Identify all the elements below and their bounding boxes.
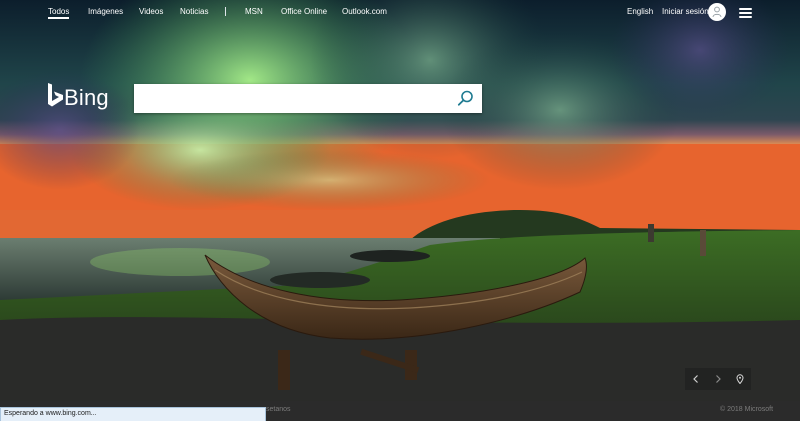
copyright-text: © 2018 Microsoft [720, 406, 774, 413]
location-button[interactable] [729, 368, 751, 390]
browser-status-bar: Esperando a www.bing.com... [0, 407, 266, 421]
magnifier-icon [457, 90, 473, 106]
search-box [134, 84, 482, 113]
location-pin-icon [736, 374, 744, 384]
nav-divider [225, 7, 226, 16]
nav-link-outlook[interactable]: Outlook.com [342, 7, 387, 16]
bing-logo[interactable]: Bing [46, 82, 122, 112]
previous-image-button[interactable] [685, 368, 707, 390]
search-button[interactable] [456, 89, 475, 108]
next-image-button[interactable] [707, 368, 729, 390]
chevron-right-icon [716, 375, 721, 383]
top-navigation: Todos Imágenes Videos Noticias MSN Offic… [0, 0, 800, 26]
nav-link-imagenes[interactable]: Imágenes [88, 7, 123, 16]
nav-link-office-online[interactable]: Office Online [281, 7, 327, 16]
user-avatar-button[interactable] [708, 3, 726, 21]
nav-link-noticias[interactable]: Noticias [180, 7, 208, 16]
nav-link-msn[interactable]: MSN [245, 7, 263, 16]
background-image [0, 0, 800, 401]
logo-text: Bing [64, 85, 109, 110]
nav-link-videos[interactable]: Videos [139, 7, 163, 16]
bing-b-icon [48, 83, 63, 107]
status-text: Esperando a www.bing.com... [4, 410, 97, 417]
search-input[interactable] [134, 84, 450, 113]
chevron-left-icon [693, 375, 698, 383]
hamburger-menu-icon[interactable] [739, 8, 752, 18]
nav-link-todos[interactable]: Todos [48, 7, 70, 19]
user-icon [712, 6, 722, 18]
footer-link-partial[interactable]: setanos [266, 406, 291, 413]
signin-link[interactable]: Iniciar sesión [662, 7, 709, 16]
language-link[interactable]: English [627, 7, 653, 16]
